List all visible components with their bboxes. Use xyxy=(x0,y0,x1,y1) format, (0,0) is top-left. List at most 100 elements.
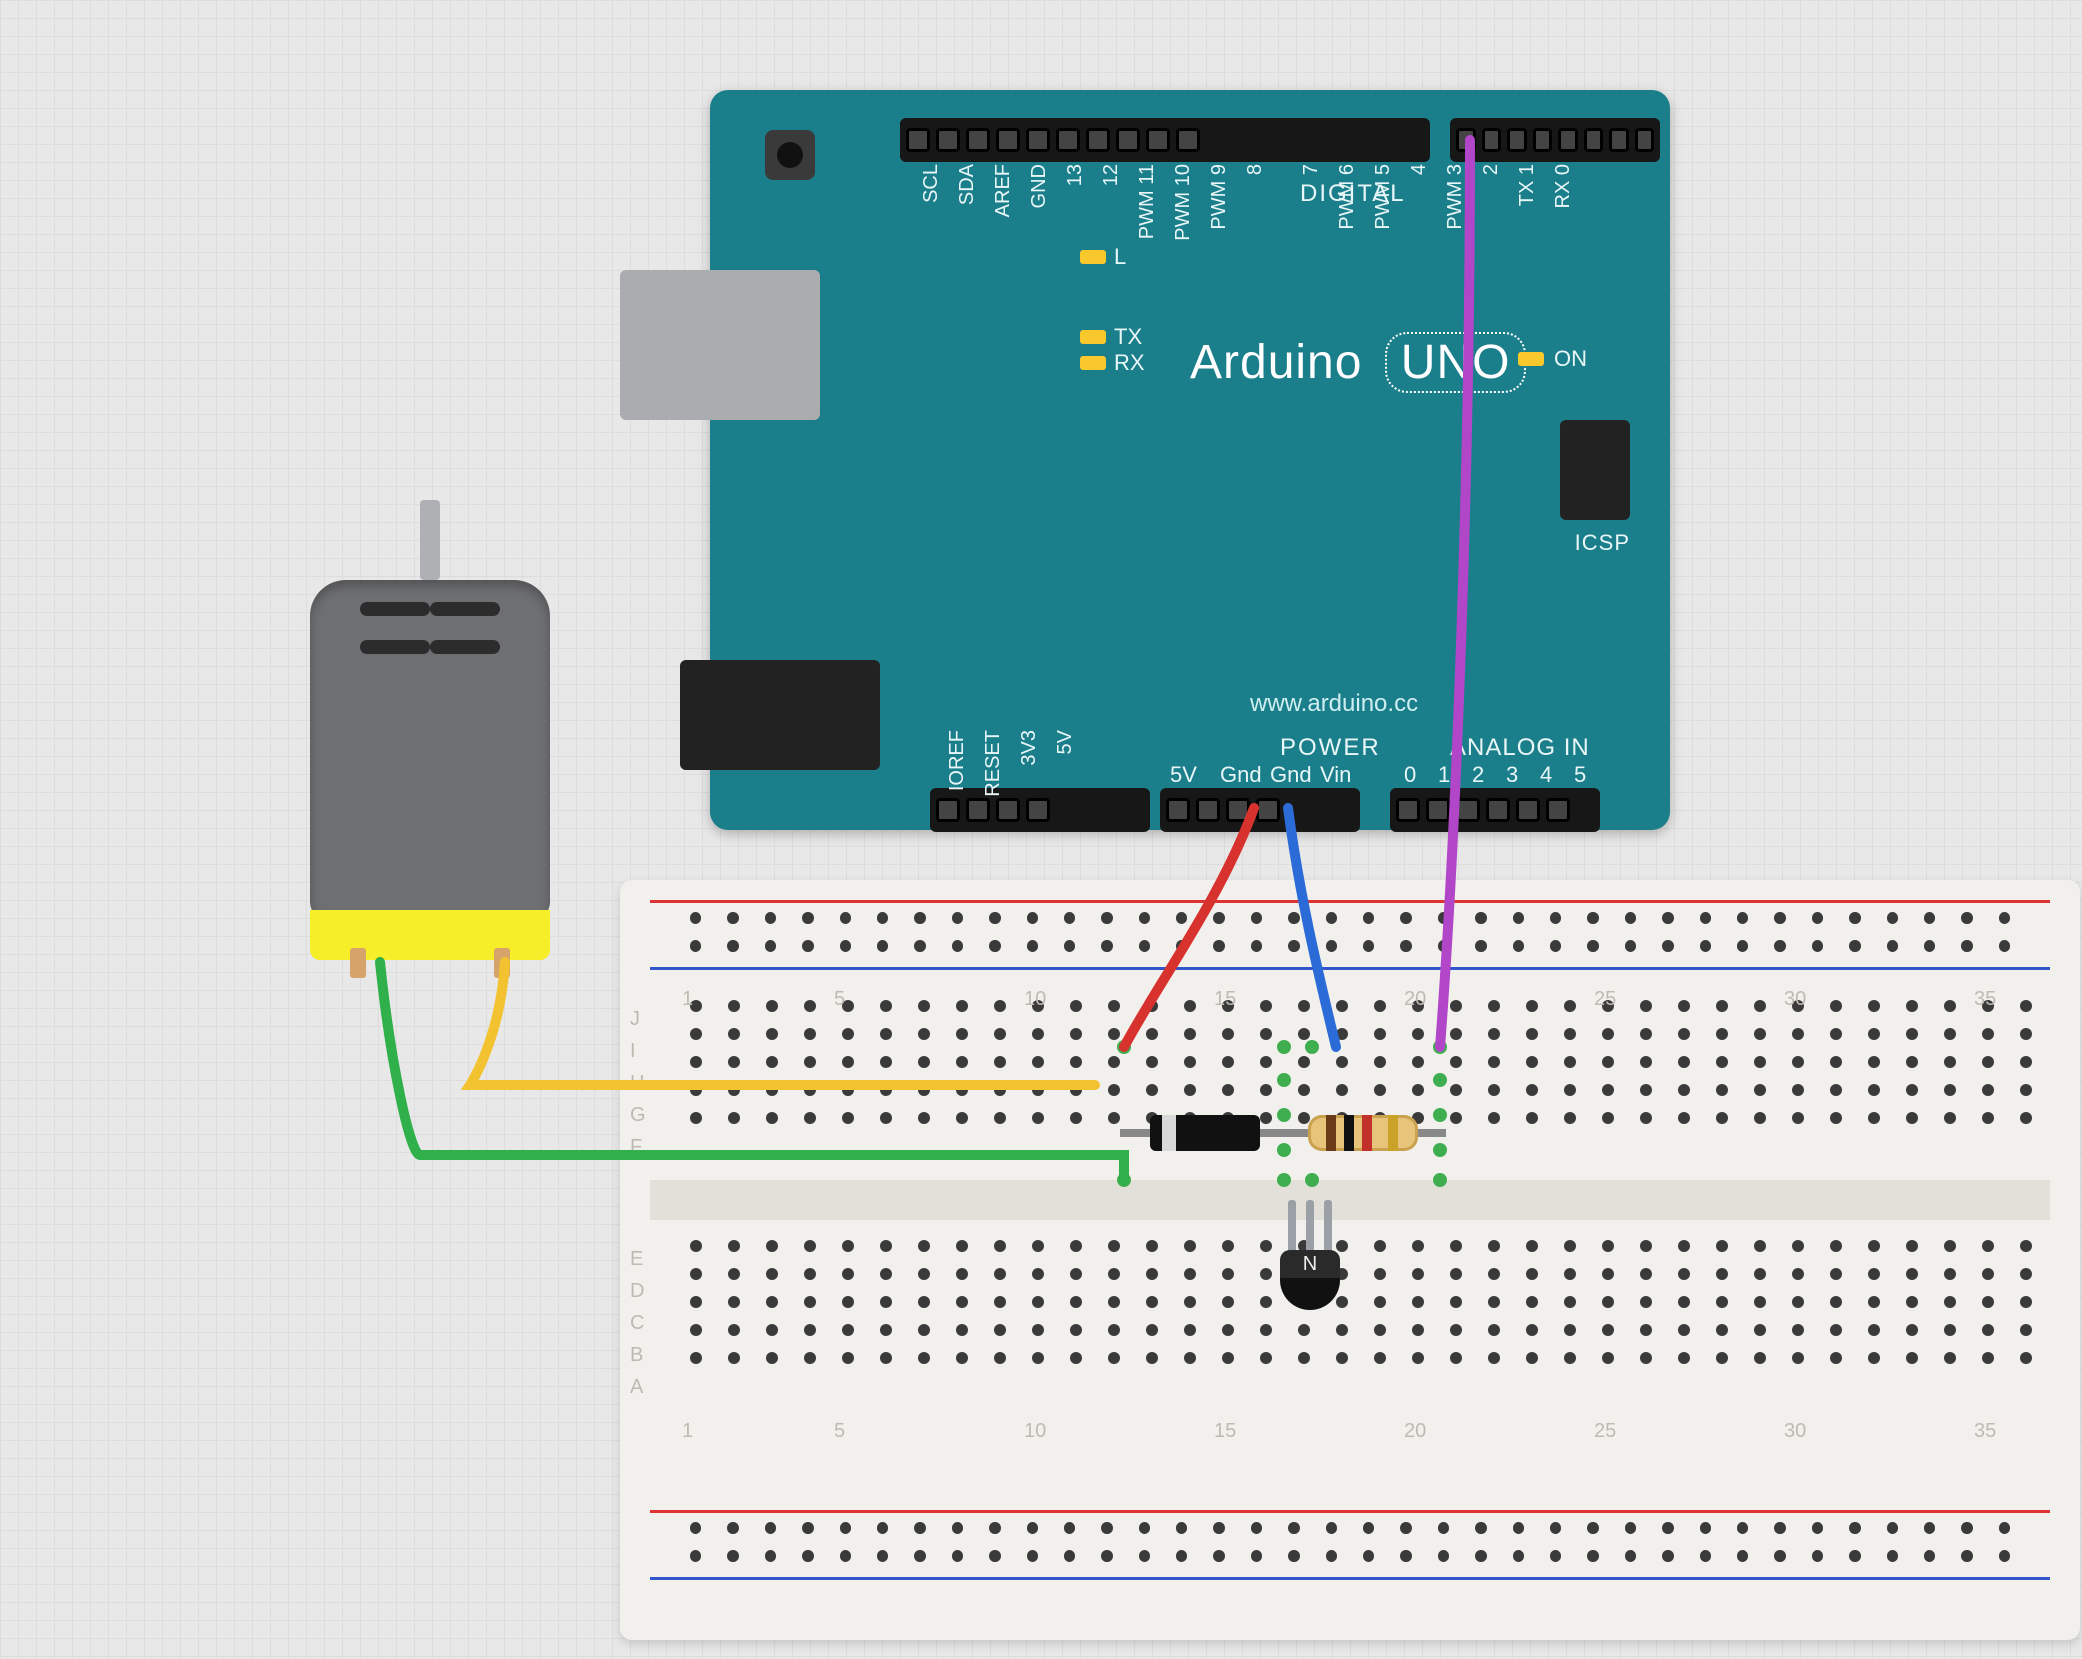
tie-point[interactable] xyxy=(880,1352,892,1364)
tie-point[interactable] xyxy=(1906,1112,1918,1124)
tie-point[interactable] xyxy=(842,1240,854,1252)
tie-point[interactable] xyxy=(1830,1324,1842,1336)
tie-point[interactable] xyxy=(1412,1084,1424,1096)
tie-point[interactable] xyxy=(1412,1028,1424,1040)
tie-point[interactable] xyxy=(1982,1268,1994,1280)
tie-point[interactable] xyxy=(1678,1112,1690,1124)
tie-point[interactable] xyxy=(918,1352,930,1364)
tie-point[interactable] xyxy=(690,1028,702,1040)
tie-point[interactable] xyxy=(1146,1352,1158,1364)
tie-point[interactable] xyxy=(1139,912,1150,924)
pin-socket[interactable] xyxy=(1166,798,1190,822)
tie-point[interactable] xyxy=(1412,1296,1424,1308)
tie-point[interactable] xyxy=(1849,1522,1860,1534)
tie-point[interactable] xyxy=(1513,912,1524,924)
tie-point[interactable] xyxy=(1032,1084,1044,1096)
tie-point[interactable] xyxy=(1336,1028,1348,1040)
pin-socket[interactable] xyxy=(966,798,990,822)
tie-point[interactable] xyxy=(842,1056,854,1068)
tie-point[interactable] xyxy=(956,1268,968,1280)
tie-point[interactable] xyxy=(1792,1112,1804,1124)
tie-point[interactable] xyxy=(1374,1000,1386,1012)
tie-point[interactable] xyxy=(766,1000,778,1012)
tie-point[interactable] xyxy=(840,940,851,952)
tie-point[interactable] xyxy=(1374,1296,1386,1308)
tie-point[interactable] xyxy=(1176,1522,1187,1534)
tie-point[interactable] xyxy=(1108,1240,1120,1252)
tie-point[interactable] xyxy=(1662,1522,1673,1534)
tie-point[interactable] xyxy=(1924,1522,1935,1534)
tie-point[interactable] xyxy=(1526,1084,1538,1096)
tie-point[interactable] xyxy=(956,1112,968,1124)
tie-point[interactable] xyxy=(1101,912,1112,924)
digital-header-left[interactable] xyxy=(900,118,1430,162)
tie-point[interactable] xyxy=(1830,1056,1842,1068)
tie-point[interactable] xyxy=(956,1296,968,1308)
tie-point[interactable] xyxy=(1526,1268,1538,1280)
tie-point[interactable] xyxy=(1400,1522,1411,1534)
tie-point[interactable] xyxy=(994,1084,1006,1096)
tie-point[interactable] xyxy=(1812,912,1823,924)
tie-point[interactable] xyxy=(1070,1324,1082,1336)
tie-point[interactable] xyxy=(1906,1240,1918,1252)
power-header[interactable] xyxy=(1160,788,1360,832)
tie-point[interactable] xyxy=(914,1522,925,1534)
tie-point[interactable] xyxy=(2020,1324,2032,1336)
tie-point[interactable] xyxy=(1999,1522,2010,1534)
tie-point[interactable] xyxy=(1108,1084,1120,1096)
tie-point[interactable] xyxy=(1564,1000,1576,1012)
pin-socket[interactable] xyxy=(1558,128,1578,152)
tie-point[interactable] xyxy=(1716,1352,1728,1364)
tie-point[interactable] xyxy=(914,940,925,952)
tie-point[interactable] xyxy=(1070,1268,1082,1280)
tie-point[interactable] xyxy=(1700,912,1711,924)
tie-point[interactable] xyxy=(994,1028,1006,1040)
tie-point[interactable] xyxy=(1363,940,1374,952)
pin-socket[interactable] xyxy=(1533,128,1553,152)
tie-point[interactable] xyxy=(1792,1296,1804,1308)
tie-point[interactable] xyxy=(1222,1028,1234,1040)
tie-point[interactable] xyxy=(1146,1296,1158,1308)
tie-point[interactable] xyxy=(1587,940,1598,952)
tie-point[interactable] xyxy=(1868,1296,1880,1308)
tie-point[interactable] xyxy=(1944,1056,1956,1068)
tie-point[interactable] xyxy=(1868,1056,1880,1068)
tie-point[interactable] xyxy=(1450,1056,1462,1068)
tie-point[interactable] xyxy=(804,1296,816,1308)
tie-point[interactable] xyxy=(1070,1028,1082,1040)
tie-point[interactable] xyxy=(1625,1550,1636,1562)
tie-point[interactable] xyxy=(1564,1268,1576,1280)
tie-point[interactable] xyxy=(1849,940,1860,952)
tie-point[interactable] xyxy=(1488,1296,1500,1308)
tie-point[interactable] xyxy=(1108,1000,1120,1012)
tie-point[interactable] xyxy=(1944,1028,1956,1040)
tie-point[interactable] xyxy=(1070,1000,1082,1012)
tie-point[interactable] xyxy=(1070,1112,1082,1124)
tie-point[interactable] xyxy=(1602,1268,1614,1280)
tie-point[interactable] xyxy=(1450,1028,1462,1040)
tie-point[interactable] xyxy=(1906,1084,1918,1096)
tie-point[interactable] xyxy=(1678,1324,1690,1336)
tie-point[interactable] xyxy=(994,1296,1006,1308)
tie-point[interactable] xyxy=(877,912,888,924)
pin-socket[interactable] xyxy=(1507,128,1527,152)
tie-point[interactable] xyxy=(1213,912,1224,924)
tie-point[interactable] xyxy=(840,912,851,924)
tie-point[interactable] xyxy=(1298,1028,1310,1040)
tie-point[interactable] xyxy=(804,1240,816,1252)
tie-point[interactable] xyxy=(1412,1240,1424,1252)
tie-point[interactable] xyxy=(1213,1522,1224,1534)
tie-point[interactable] xyxy=(1146,1084,1158,1096)
tie-point[interactable] xyxy=(1982,1352,1994,1364)
motor-terminal-right[interactable] xyxy=(494,948,510,978)
tie-point[interactable] xyxy=(690,940,701,952)
tie-point[interactable] xyxy=(1587,1550,1598,1562)
tie-point[interactable] xyxy=(956,1324,968,1336)
tie-point[interactable] xyxy=(1716,1324,1728,1336)
pin-socket[interactable] xyxy=(1546,798,1570,822)
tie-point[interactable] xyxy=(1812,1522,1823,1534)
tie-point[interactable] xyxy=(1774,1522,1785,1534)
tie-point[interactable] xyxy=(1625,912,1636,924)
pin-socket[interactable] xyxy=(936,798,960,822)
tie-point[interactable] xyxy=(1288,1550,1299,1562)
